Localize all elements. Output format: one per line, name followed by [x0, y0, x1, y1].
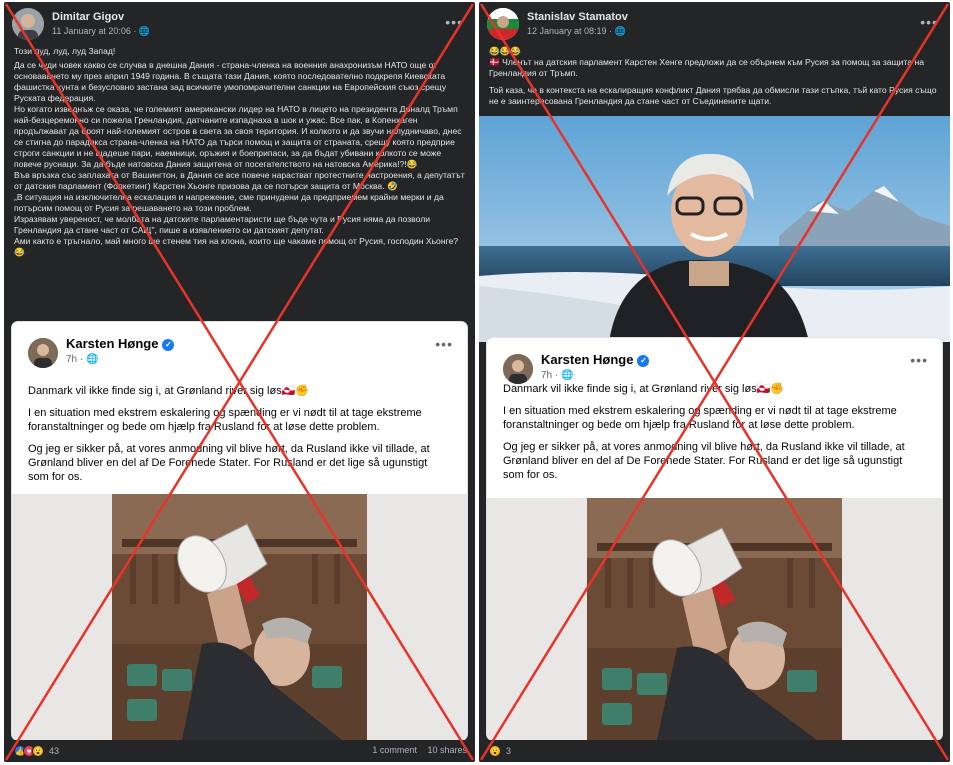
post-time[interactable]: 12 January at 08:19 ·: [527, 26, 615, 36]
post-emoji-line: 😂😂😂: [489, 46, 522, 56]
reactions-count: 43: [49, 746, 60, 756]
wow-reaction-icon: 😮: [489, 745, 501, 757]
reactions-count: 3: [506, 746, 512, 756]
reactions-summary[interactable]: 😮 3: [489, 745, 511, 757]
shared-post-card[interactable]: Karsten Hønge ✓ 7h · 🌐 ••• Danmark vil ik…: [487, 338, 942, 740]
post-paragraph: Но когато изведнъж се оказа, че големият…: [14, 104, 462, 169]
avatar[interactable]: [487, 8, 519, 40]
globe-icon: 🌐: [614, 26, 626, 36]
post-footer: 😮 3: [479, 740, 950, 762]
facebook-post-left: Dimitar Gigov 11 January at 20:06 · 🌐 ••…: [4, 2, 475, 762]
shared-author-label: Karsten Hønge: [66, 336, 159, 351]
post-paragraph: Този луд, луд, луд Запад!: [14, 46, 116, 56]
post-meta: 11 January at 20:06 · 🌐: [52, 26, 150, 37]
shared-paragraph: Og jeg er sikker på, at vores anmodning …: [503, 441, 905, 481]
author-name[interactable]: Stanislav Stamatov: [527, 11, 628, 23]
wow-reaction-icon: 😮: [32, 745, 44, 757]
shared-post-card[interactable]: Karsten Hønge ✓ 7h · 🌐 ••• Danmark vil ik…: [12, 322, 467, 740]
shared-body: Danmark vil ikke finde sig i, at Grønlan…: [28, 384, 451, 492]
post-header: Dimitar Gigov 11 January at 20:06 · 🌐 ••…: [12, 8, 467, 40]
engagement-summary: 1 comment 10 shares: [364, 745, 467, 755]
globe-icon: 🌐: [561, 370, 574, 381]
shared-paragraph: Danmark vil ikke finde sig i, at Grønlan…: [28, 385, 310, 397]
shared-author-name[interactable]: Karsten Hønge ✓: [541, 352, 650, 367]
shared-avatar[interactable]: [503, 354, 533, 384]
shared-meta: 7h · 🌐: [541, 370, 573, 381]
more-options-icon[interactable]: •••: [910, 352, 928, 368]
post-header: Stanislav Stamatov 12 January at 08:19 ·…: [487, 8, 942, 40]
avatar[interactable]: [12, 8, 44, 40]
shared-author-name[interactable]: Karsten Hønge ✓: [66, 336, 175, 351]
post-body: Този луд, луд, луд Запад! Да се чуди чов…: [14, 46, 467, 258]
shares-count[interactable]: 10 shares: [427, 745, 467, 755]
shared-time[interactable]: 7h ·: [66, 354, 86, 365]
post-body: 😂😂😂 🇩🇰 Членът на датския парламент Карст…: [489, 46, 942, 107]
post-paragraph: 🇩🇰 Членът на датския парламент Карстен Х…: [489, 57, 924, 78]
post-paragraph: Изразявам увереност, че молбата на датск…: [14, 214, 431, 235]
shared-paragraph: I en situation med ekstrem eskalering og…: [503, 405, 897, 431]
shared-avatar[interactable]: [28, 338, 58, 368]
reactions-summary[interactable]: 👍 ♥ 😮 43: [14, 745, 59, 757]
shared-paragraph: I en situation med ekstrem eskalering og…: [28, 407, 422, 433]
megaphone-photo[interactable]: [487, 498, 942, 740]
author-name[interactable]: Dimitar Gigov: [52, 11, 124, 23]
facebook-post-right: Stanislav Stamatov 12 January at 08:19 ·…: [479, 2, 950, 762]
more-options-icon[interactable]: •••: [920, 14, 938, 30]
post-paragraph: Да се чуди човек какво се случва в днешн…: [14, 60, 447, 103]
portrait-photo[interactable]: [479, 116, 950, 342]
post-meta: 12 January at 08:19 · 🌐: [527, 26, 626, 37]
globe-icon: 🌐: [138, 26, 151, 36]
post-paragraph: „В ситуация на изключителна ескалация и …: [14, 192, 444, 213]
shared-meta: 7h · 🌐: [66, 354, 98, 365]
verified-badge-icon: ✓: [637, 355, 650, 367]
shared-author-label: Karsten Hønge: [541, 352, 634, 367]
megaphone-photo[interactable]: [12, 494, 467, 740]
post-footer: 👍 ♥ 😮 43 1 comment 10 shares: [4, 740, 475, 762]
post-time[interactable]: 11 January at 20:06 ·: [52, 26, 139, 36]
post-paragraph: Ами както е тръгнало, май много ще стене…: [14, 236, 459, 257]
shared-paragraph: Danmark vil ikke finde sig i, at Grønlan…: [503, 383, 785, 395]
shared-time[interactable]: 7h ·: [541, 370, 561, 381]
shared-body: Danmark vil ikke finde sig i, at Grønlan…: [503, 382, 926, 490]
post-paragraph: Във връзка със заплахата от Вашингтон, в…: [14, 170, 465, 191]
post-paragraph: Той каза, че в контекста на ескалиращия …: [489, 85, 937, 106]
more-options-icon[interactable]: •••: [445, 14, 463, 30]
comments-count[interactable]: 1 comment: [372, 745, 417, 755]
shared-paragraph: Og jeg er sikker på, at vores anmodning …: [28, 443, 430, 483]
globe-icon: 🌐: [86, 354, 99, 365]
verified-badge-icon: ✓: [162, 339, 175, 351]
more-options-icon[interactable]: •••: [435, 336, 453, 352]
